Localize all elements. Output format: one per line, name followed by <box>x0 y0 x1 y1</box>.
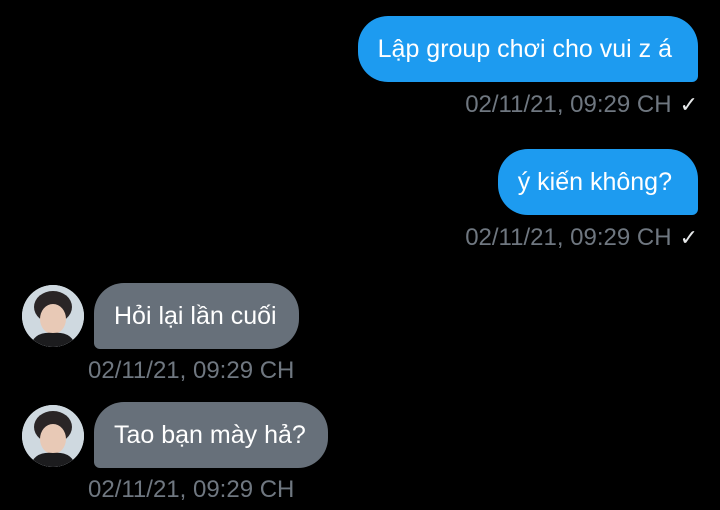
message-timestamp: 02/11/21, 09:29 CH <box>465 91 672 118</box>
user-avatar[interactable] <box>22 285 84 347</box>
message-timestamp: 02/11/21, 09:29 CH <box>465 224 672 251</box>
message-bubble-sent[interactable]: Lập group chơi cho vui z á <box>357 16 698 82</box>
message-bubble-received[interactable]: Hỏi lại lần cuối <box>94 283 299 349</box>
message-timestamp: 02/11/21, 09:29 CH <box>88 357 295 384</box>
check-icon: ✓ <box>679 92 698 117</box>
message-bubble-sent[interactable]: ý kiến không? <box>497 149 698 215</box>
user-avatar[interactable] <box>22 405 84 467</box>
check-icon: ✓ <box>679 225 698 250</box>
message-timestamp: 02/11/21, 09:29 CH <box>88 476 295 503</box>
message-bubble-received[interactable]: Tao bạn mày hả? <box>94 402 328 468</box>
message-meta: 02/11/21, 09:29 CH ✓ <box>465 90 698 120</box>
message-meta: 02/11/21, 09:29 CH ✓ <box>465 223 698 253</box>
